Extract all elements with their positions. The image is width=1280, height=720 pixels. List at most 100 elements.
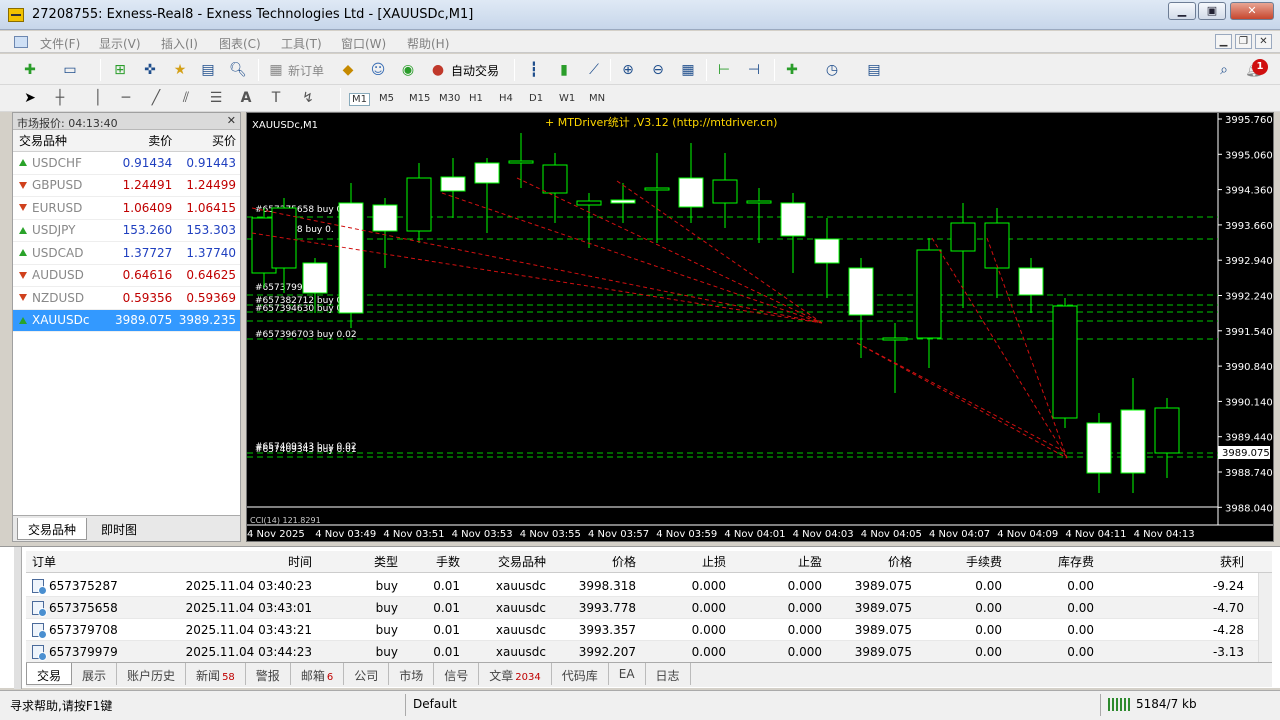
- new-order-button[interactable]: 新订单: [288, 62, 324, 79]
- channel-icon[interactable]: ⫽: [176, 88, 196, 108]
- mdi-minimize-button[interactable]: ▁: [1215, 34, 1232, 49]
- menu-charts[interactable]: 图表(C): [219, 35, 261, 52]
- terminal-icon[interactable]: ▤: [198, 60, 218, 80]
- col-header[interactable]: 止盈: [730, 553, 826, 570]
- timeframe-M5[interactable]: M5: [379, 93, 394, 104]
- terminal-tab[interactable]: 信号: [434, 663, 480, 685]
- tab-symbols[interactable]: 交易品种: [17, 518, 88, 540]
- strategy-tester-icon[interactable]: 🔍︎: [228, 60, 248, 80]
- auto-trading-icon[interactable]: ●: [428, 60, 448, 80]
- menu-help[interactable]: 帮助(H): [407, 35, 449, 52]
- text-icon[interactable]: A: [236, 88, 256, 108]
- maximize-button[interactable]: ▣: [1198, 2, 1226, 20]
- col-symbol[interactable]: 交易品种: [13, 132, 113, 149]
- col-header[interactable]: 时间: [146, 553, 316, 570]
- terminal-tab[interactable]: 日志: [646, 663, 691, 685]
- terminal-scrollbar[interactable]: [1258, 573, 1272, 673]
- new-chart-icon[interactable]: ✚: [20, 60, 40, 80]
- terminal-tab[interactable]: 市场: [389, 663, 435, 685]
- tab-tick-chart[interactable]: 即时图: [91, 518, 147, 540]
- market-watch-row[interactable]: USDJPY 153.260 153.303: [13, 220, 240, 242]
- mdi-close-button[interactable]: ✕: [1255, 34, 1272, 49]
- vertical-line-icon[interactable]: │: [88, 88, 108, 108]
- fibonacci-icon[interactable]: ☰: [206, 88, 226, 108]
- document-icon[interactable]: [14, 36, 28, 48]
- bar-chart-icon[interactable]: ┇: [524, 60, 544, 80]
- candlestick-icon[interactable]: ▮: [554, 60, 574, 80]
- market-watch-row[interactable]: USDCAD 1.37727 1.37740: [13, 242, 240, 265]
- market-watch-row[interactable]: USDCHF 0.91434 0.91443: [13, 152, 240, 175]
- chart-shift-icon[interactable]: ⊢: [714, 60, 734, 80]
- trendline-icon[interactable]: ╱: [146, 88, 166, 108]
- text-label-icon[interactable]: T: [266, 88, 286, 108]
- autoscroll-icon[interactable]: ⊣: [744, 60, 764, 80]
- timeframe-H1[interactable]: H1: [469, 93, 483, 104]
- col-header[interactable]: 交易品种: [464, 553, 550, 570]
- cursor-icon[interactable]: ➤: [20, 88, 40, 108]
- col-header[interactable]: 手数: [402, 553, 464, 570]
- terminal-tab[interactable]: 账户历史: [117, 663, 187, 685]
- terminal-tab[interactable]: 邮箱 6: [291, 663, 345, 685]
- terminal-tab[interactable]: 警报: [246, 663, 291, 685]
- table-row[interactable]: 657375287 2025.11.04 03:40:23 buy 0.01 xauus…: [26, 575, 1260, 597]
- market-watch-row[interactable]: GBPUSD 1.24491 1.24499: [13, 175, 240, 197]
- menu-insert[interactable]: 插入(I): [161, 35, 198, 52]
- arrows-icon[interactable]: ↯: [298, 88, 318, 108]
- line-chart-icon[interactable]: ⟋: [584, 60, 604, 80]
- menu-tools[interactable]: 工具(T): [281, 35, 322, 52]
- menu-view[interactable]: 显示(V): [99, 35, 141, 52]
- timeframe-D1[interactable]: D1: [529, 93, 543, 104]
- col-header[interactable]: 获利: [1098, 553, 1248, 570]
- market-watch-row[interactable]: EURUSD 1.06409 1.06415: [13, 197, 240, 220]
- col-header[interactable]: 手续费: [916, 553, 1006, 570]
- terminal-tab[interactable]: 交易: [26, 663, 73, 685]
- terminal-tab[interactable]: 公司: [344, 663, 390, 685]
- terminal-side-tab[interactable]: [14, 547, 22, 689]
- horizontal-line-icon[interactable]: ─: [116, 88, 136, 108]
- table-row[interactable]: 657379708 2025.11.04 03:43:21 buy 0.01 xauus…: [26, 619, 1260, 641]
- mdi-restore-button[interactable]: ❐: [1235, 34, 1252, 49]
- profiles-icon[interactable]: ▭: [60, 60, 80, 80]
- chart-window[interactable]: 3995.760 3995.060 3994.360 3993.660 3992.940…: [246, 112, 1274, 542]
- col-header[interactable]: 价格: [826, 553, 916, 570]
- search-icon[interactable]: ⌕: [1214, 60, 1234, 80]
- terminal-tab[interactable]: 展示: [72, 663, 118, 685]
- new-order-icon[interactable]: ▦: [266, 60, 286, 80]
- indicators-icon[interactable]: ✚: [782, 60, 802, 80]
- terminal-tab[interactable]: EA: [609, 663, 646, 685]
- tile-windows-icon[interactable]: ▦: [678, 60, 698, 80]
- market-watch-row[interactable]: AUDUSD 0.64616 0.64625: [13, 265, 240, 287]
- market-watch-row[interactable]: NZDUSD 0.59356 0.59369: [13, 287, 240, 310]
- close-icon[interactable]: ✕: [227, 114, 236, 127]
- timeframe-H4[interactable]: H4: [499, 93, 513, 104]
- market-watch-icon[interactable]: ⊞: [110, 60, 130, 80]
- col-bid[interactable]: 卖价: [113, 132, 177, 149]
- periods-icon[interactable]: ◷: [822, 60, 842, 80]
- zoom-in-icon[interactable]: ⊕: [618, 60, 638, 80]
- timeframe-M1[interactable]: M1: [349, 93, 370, 106]
- col-header[interactable]: 类型: [316, 553, 402, 570]
- col-ask[interactable]: 买价: [176, 132, 240, 149]
- terminal-tab[interactable]: 文章 2034: [479, 663, 552, 685]
- col-header[interactable]: 订单: [26, 553, 146, 570]
- col-header[interactable]: 价格: [550, 553, 640, 570]
- timeframe-MN[interactable]: MN: [589, 93, 605, 104]
- price-chart[interactable]: 3995.760 3995.060 3994.360 3993.660 3992.940…: [247, 113, 1273, 541]
- navigator-icon[interactable]: ★: [170, 60, 190, 80]
- auto-trading-button[interactable]: 自动交易: [451, 62, 499, 79]
- timeframe-W1[interactable]: W1: [559, 93, 575, 104]
- zoom-out-icon[interactable]: ⊖: [648, 60, 668, 80]
- templates-icon[interactable]: ▤: [864, 60, 884, 80]
- data-window-icon[interactable]: ✜: [140, 60, 160, 80]
- timeframe-M15[interactable]: M15: [409, 93, 430, 104]
- menu-window[interactable]: 窗口(W): [341, 35, 386, 52]
- terminal-tab[interactable]: 代码库: [552, 663, 609, 685]
- table-row[interactable]: 657375658 2025.11.04 03:43:01 buy 0.01 xauus…: [26, 597, 1260, 619]
- signals-icon[interactable]: ◉: [398, 60, 418, 80]
- minimize-button[interactable]: ▁: [1168, 2, 1196, 20]
- col-header[interactable]: 库存费: [1006, 553, 1098, 570]
- close-button[interactable]: ✕: [1230, 2, 1274, 20]
- terminal-tab[interactable]: 新闻 58: [186, 663, 246, 685]
- market-watch-row[interactable]: XAUUSDc 3989.075 3989.235: [13, 309, 240, 332]
- menu-file[interactable]: 文件(F): [40, 35, 80, 52]
